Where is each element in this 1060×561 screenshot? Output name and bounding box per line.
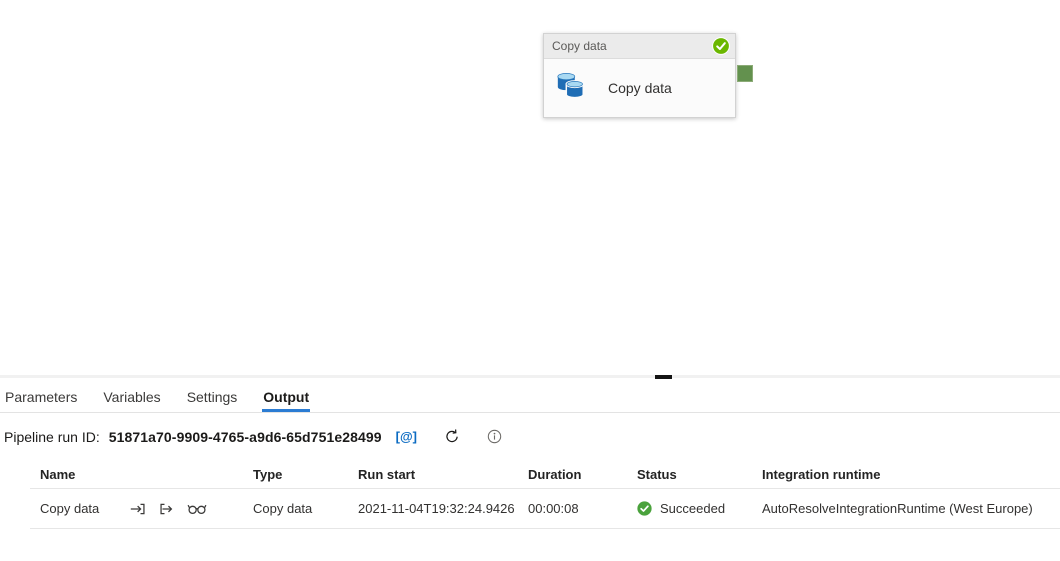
header-run-start: Run start	[348, 460, 518, 488]
header-name: Name	[30, 460, 243, 488]
cell-integration-runtime: AutoResolveIntegrationRuntime (West Euro…	[752, 489, 1060, 528]
consumption-icon[interactable]: [@]	[396, 429, 417, 444]
adf-pipeline-debug-view: Copy data	[0, 0, 1060, 558]
header-type: Type	[243, 460, 348, 488]
activity-card-body: Copy data	[544, 59, 735, 117]
activity-title: Copy data	[552, 39, 712, 53]
activity-output-connector[interactable]	[737, 65, 753, 82]
activity-runs-table: Name Type Run start Duration Status Inte…	[30, 460, 1060, 529]
cell-name: Copy data	[30, 489, 243, 528]
pipeline-canvas[interactable]: Copy data	[0, 0, 1060, 375]
cell-type: Copy data	[243, 489, 348, 528]
activity-card-header: Copy data	[544, 34, 735, 59]
output-icon[interactable]	[158, 501, 176, 517]
succeeded-check-icon	[637, 501, 652, 516]
details-icon[interactable]	[187, 501, 207, 516]
input-icon[interactable]	[129, 501, 147, 517]
info-icon[interactable]	[487, 429, 502, 444]
copy-data-activity-card[interactable]: Copy data	[543, 33, 736, 118]
pipeline-run-info: Pipeline run ID: 51871a70-9909-4765-a9d6…	[4, 428, 1060, 445]
cell-duration: 00:00:08	[518, 489, 627, 528]
panel-resize-handle[interactable]	[655, 375, 672, 379]
activity-success-icon	[712, 37, 730, 55]
tab-bar: Parameters Variables Settings Output	[0, 378, 1060, 413]
activity-node: Copy data	[543, 33, 736, 118]
tab-settings[interactable]: Settings	[186, 389, 239, 412]
table-header-row: Name Type Run start Duration Status Inte…	[30, 460, 1060, 489]
pipeline-run-id-label: Pipeline run ID:	[4, 429, 100, 445]
row-action-icons	[129, 501, 207, 517]
header-integration-runtime: Integration runtime	[752, 460, 1060, 488]
header-duration: Duration	[518, 460, 627, 488]
header-status: Status	[627, 460, 752, 488]
tab-parameters[interactable]: Parameters	[4, 389, 78, 412]
table-row: Copy data	[30, 489, 1060, 529]
activity-run-name: Copy data	[40, 501, 99, 516]
cell-status: Succeeded	[627, 489, 752, 528]
copy-data-icon	[554, 70, 588, 107]
cell-run-start: 2021-11-04T19:32:24.9426	[348, 489, 518, 528]
tab-output[interactable]: Output	[262, 389, 310, 412]
activity-label: Copy data	[608, 80, 672, 96]
refresh-icon[interactable]	[444, 428, 461, 445]
status-text: Succeeded	[660, 501, 725, 516]
pipeline-run-id-value: 51871a70-9909-4765-a9d6-65d751e28499	[109, 429, 382, 445]
tab-variables[interactable]: Variables	[102, 389, 161, 412]
bottom-panel: Parameters Variables Settings Output Pip…	[0, 375, 1060, 561]
